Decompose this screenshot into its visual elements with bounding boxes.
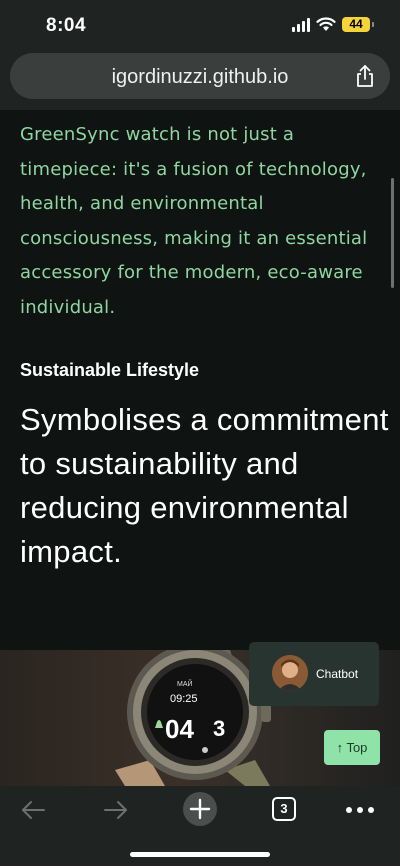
- status-time: 8:04: [46, 15, 87, 36]
- watch-date: 04: [165, 714, 194, 744]
- wifi-icon: [316, 17, 336, 31]
- home-indicator[interactable]: [130, 852, 270, 857]
- status-icons: 44: [292, 17, 374, 32]
- browser-toolbar: igordinuzzi.github.io: [0, 52, 400, 110]
- url-text[interactable]: igordinuzzi.github.io: [10, 66, 390, 89]
- watch-number: 3: [213, 716, 225, 741]
- scroll-to-top-button[interactable]: ↑ Top: [324, 730, 380, 765]
- forward-arrow-icon[interactable]: [103, 798, 129, 822]
- back-arrow-icon[interactable]: [20, 798, 46, 822]
- watch-time: 09:25: [170, 693, 198, 705]
- chatbot-label: Chatbot: [316, 667, 359, 681]
- battery-indicator: 44: [342, 17, 374, 32]
- person-avatar-icon: [272, 655, 308, 691]
- watch-small-label: МАЙ: [177, 679, 193, 688]
- address-bar[interactable]: igordinuzzi.github.io: [10, 53, 390, 99]
- chatbot-avatar: [272, 655, 308, 691]
- intro-paragraph: GreenSync watch is not just a timepiece:…: [20, 124, 368, 318]
- cellular-signal-icon: [292, 17, 310, 32]
- share-icon[interactable]: [354, 64, 376, 88]
- more-options-icon[interactable]: [345, 806, 375, 814]
- page-content: GreenSync watch is not just a timepiece:…: [0, 110, 400, 786]
- section-heading: Symbolises a commitment to sustainabilit…: [20, 402, 389, 569]
- tab-switcher-button[interactable]: 3: [272, 797, 296, 821]
- new-tab-plus-icon[interactable]: [182, 791, 218, 827]
- chatbot-button[interactable]: Chatbot: [249, 642, 379, 706]
- page-scrollbar[interactable]: [391, 178, 394, 288]
- section-label: Sustainable Lifestyle: [20, 360, 200, 380]
- status-bar: 8:04 44: [0, 0, 400, 52]
